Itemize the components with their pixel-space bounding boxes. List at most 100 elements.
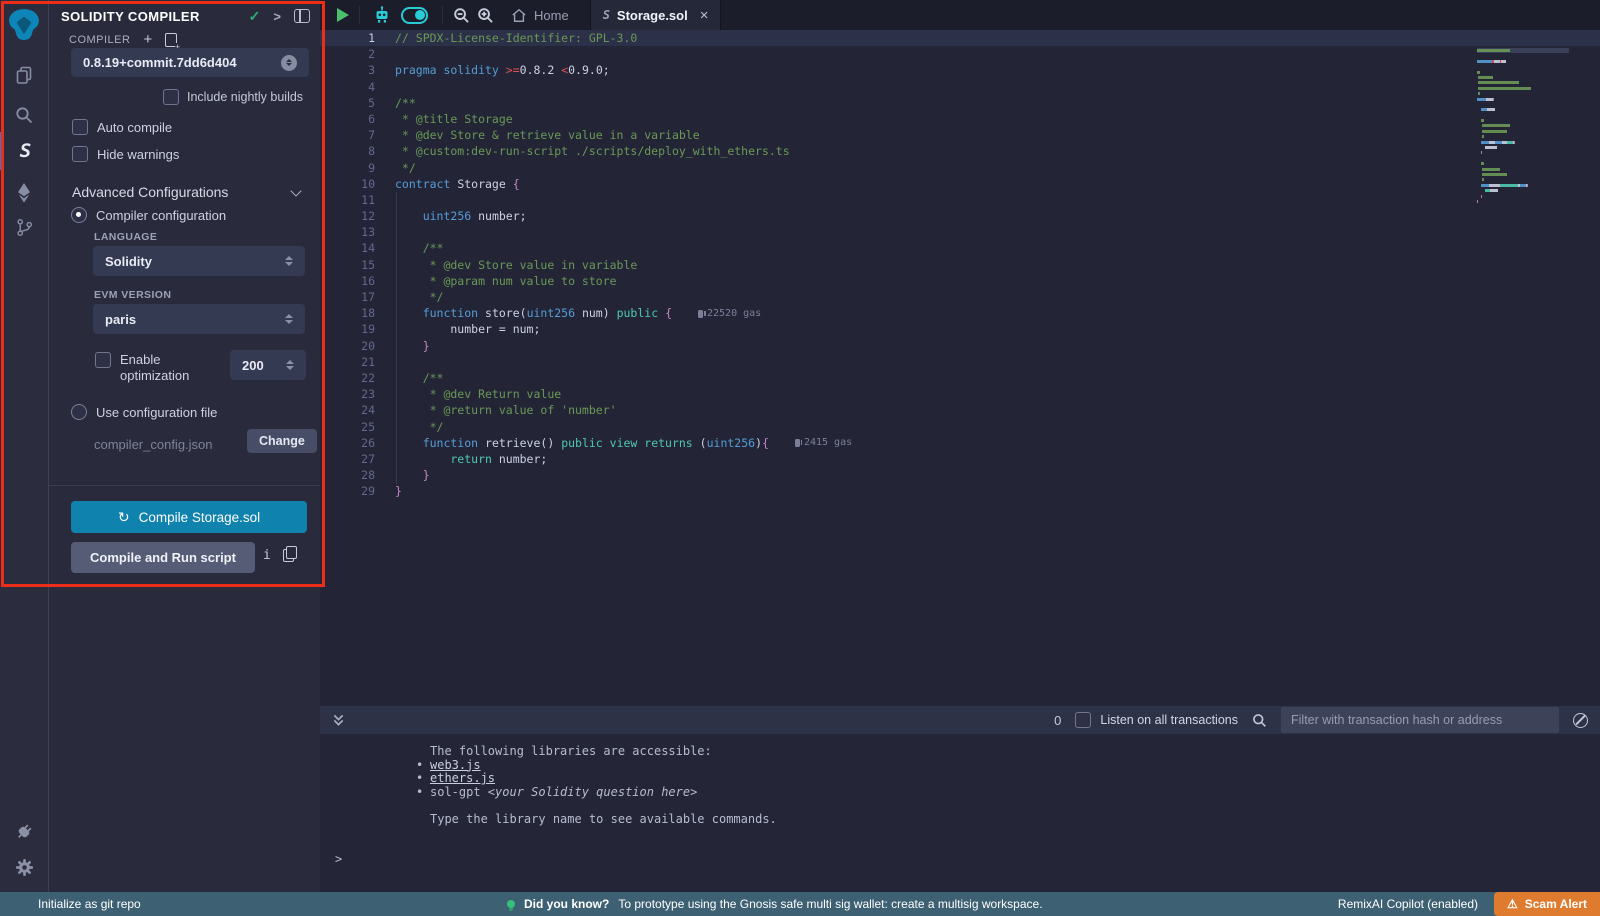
git-init-status[interactable]: Initialize as git repo (38, 897, 141, 911)
tab-storage-sol-label: Storage.sol (617, 8, 688, 23)
select-arrows-icon (285, 256, 293, 266)
include-nightly-checkbox[interactable] (163, 89, 179, 105)
code-line: 16 * @param num value to store (320, 273, 1600, 289)
tab-home[interactable]: Home (511, 8, 569, 23)
code-line: 29} (320, 483, 1600, 499)
code-line: 14 /** (320, 240, 1600, 256)
use-config-file-label: Use configuration file (96, 405, 217, 420)
evm-version-select[interactable]: paris (93, 304, 305, 334)
auto-compile-checkbox[interactable] (72, 119, 88, 135)
code-line: 13 (320, 224, 1600, 240)
code-line: 4 (320, 79, 1600, 95)
tab-home-label: Home (534, 8, 569, 23)
code-editor[interactable]: 1// SPDX-License-Identifier: GPL-3.023pr… (320, 30, 1600, 706)
code-line: 11 (320, 192, 1600, 208)
optimization-runs-input[interactable]: 200 (230, 350, 306, 380)
code-line: 15 * @dev Store value in variable (320, 257, 1600, 273)
scam-alert-button[interactable]: ⚠ Scam Alert (1494, 892, 1600, 916)
zoom-out-icon[interactable] (453, 7, 470, 24)
evm-version-value: paris (105, 312, 136, 327)
add-version-icon[interactable]: + (143, 35, 152, 45)
listen-transactions-checkbox[interactable] (1075, 712, 1091, 728)
toggle-on-icon[interactable] (401, 7, 428, 24)
terminal-library-link[interactable]: web3.js (430, 758, 481, 772)
code-line: 12 uint256 number; (320, 208, 1600, 224)
code-line: 21 (320, 354, 1600, 370)
compiler-configuration-label: Compiler configuration (96, 208, 226, 223)
lightbulb-icon (507, 900, 515, 908)
activity-bar: S (0, 0, 49, 892)
hide-warnings-checkbox[interactable] (72, 146, 88, 162)
tab-storage-sol[interactable]: S Storage.sol × (590, 0, 722, 30)
zoom-in-icon[interactable] (477, 7, 494, 24)
terminal-header: 0 Listen on all transactions (320, 706, 1600, 734)
remix-logo[interactable] (0, 4, 48, 44)
file-explorer-icon (14, 65, 34, 85)
sidebar-item-search[interactable] (0, 96, 48, 134)
tip-title: Did you know? (524, 897, 609, 911)
sidebar-item-file-explorer[interactable] (0, 56, 48, 94)
code-line: 23 * @dev Return value (320, 386, 1600, 402)
open-file-icon[interactable] (165, 33, 177, 47)
language-select[interactable]: Solidity (93, 246, 305, 276)
clear-block-icon[interactable] (1573, 713, 1588, 728)
enable-optimization-checkbox[interactable] (95, 352, 111, 368)
sidebar-item-git[interactable] (0, 208, 48, 246)
compiler-version-select[interactable]: 0.8.19+commit.7dd6d404 (71, 48, 309, 77)
chevron-down-icon (290, 185, 301, 196)
tip-text: To prototype using the Gnosis safe multi… (618, 897, 1042, 911)
gas-estimate: 22520 gas (698, 306, 761, 322)
include-nightly-row: Include nightly builds (163, 89, 303, 105)
chevron-right-icon[interactable]: > (273, 9, 281, 24)
optimization-runs-value: 200 (242, 358, 264, 373)
status-bar: Initialize as git repo Did you know? To … (0, 892, 1600, 916)
warning-icon: ⚠ (1507, 898, 1518, 910)
sidebar-item-solidity-compiler[interactable]: S (0, 132, 48, 170)
use-config-file-row: Use configuration file (71, 404, 217, 420)
code-line: 10contract Storage { (320, 176, 1600, 192)
close-icon[interactable]: × (700, 7, 709, 24)
transaction-filter-input[interactable] (1281, 707, 1559, 733)
advanced-configurations-header[interactable]: Advanced Configurations (72, 184, 300, 200)
split-panel-icon[interactable] (294, 9, 310, 23)
toolbar-separator (359, 6, 360, 24)
ai-robot-icon[interactable] (372, 5, 392, 25)
change-config-button[interactable]: Change (247, 429, 317, 453)
hide-warnings-label: Hide warnings (97, 147, 179, 162)
toolbar-separator (442, 6, 443, 24)
compile-button-label: Compile Storage.sol (139, 510, 261, 525)
collapse-double-chevron-icon[interactable] (332, 713, 345, 727)
sidebar-item-plugin-manager[interactable] (0, 812, 48, 850)
listen-transactions-label: Listen on all transactions (1100, 713, 1238, 727)
gas-pump-icon (698, 310, 703, 318)
code-line: 25 */ (320, 419, 1600, 435)
git-icon (15, 218, 34, 237)
code-line: 1// SPDX-License-Identifier: GPL-3.0 (320, 30, 1600, 46)
select-arrows-icon (285, 314, 293, 324)
code-line: 9 */ (320, 160, 1600, 176)
compile-and-run-button[interactable]: Compile and Run script (71, 542, 255, 573)
editor-minimap[interactable] (1477, 48, 1569, 204)
did-you-know-tip: Did you know? To prototype using the Gno… (507, 897, 1043, 911)
code-line: 22 /** (320, 370, 1600, 386)
sidebar-item-deploy-run[interactable] (0, 174, 48, 212)
copy-icon[interactable] (283, 549, 294, 562)
auto-compile-row: Auto compile (72, 119, 172, 135)
compiler-configuration-radio[interactable] (71, 207, 87, 223)
compiler-section-row: COMPILER + (69, 33, 177, 47)
play-icon[interactable] (337, 8, 349, 22)
panel-divider (49, 485, 320, 486)
terminal-library-link[interactable]: ethers.js (430, 771, 495, 785)
terminal[interactable]: The following libraries are accessible:•… (320, 734, 1600, 892)
use-config-file-radio[interactable] (71, 404, 87, 420)
main-area: Home S Storage.sol × 1// SPDX-License-Id… (320, 0, 1600, 892)
sidebar-item-settings[interactable] (0, 848, 48, 886)
search-icon[interactable] (1252, 713, 1267, 728)
copilot-status[interactable]: RemixAI Copilot (enabled) (1338, 897, 1478, 911)
info-icon[interactable]: i (263, 548, 271, 563)
code-line: 18 function store(uint256 num) public {2… (320, 305, 1600, 321)
version-stepper-icon (281, 55, 297, 71)
terminal-controls: 0 Listen on all transactions (1054, 707, 1588, 733)
compile-button[interactable]: ↻ Compile Storage.sol (71, 501, 307, 533)
terminal-prompt[interactable]: > (320, 852, 1600, 866)
